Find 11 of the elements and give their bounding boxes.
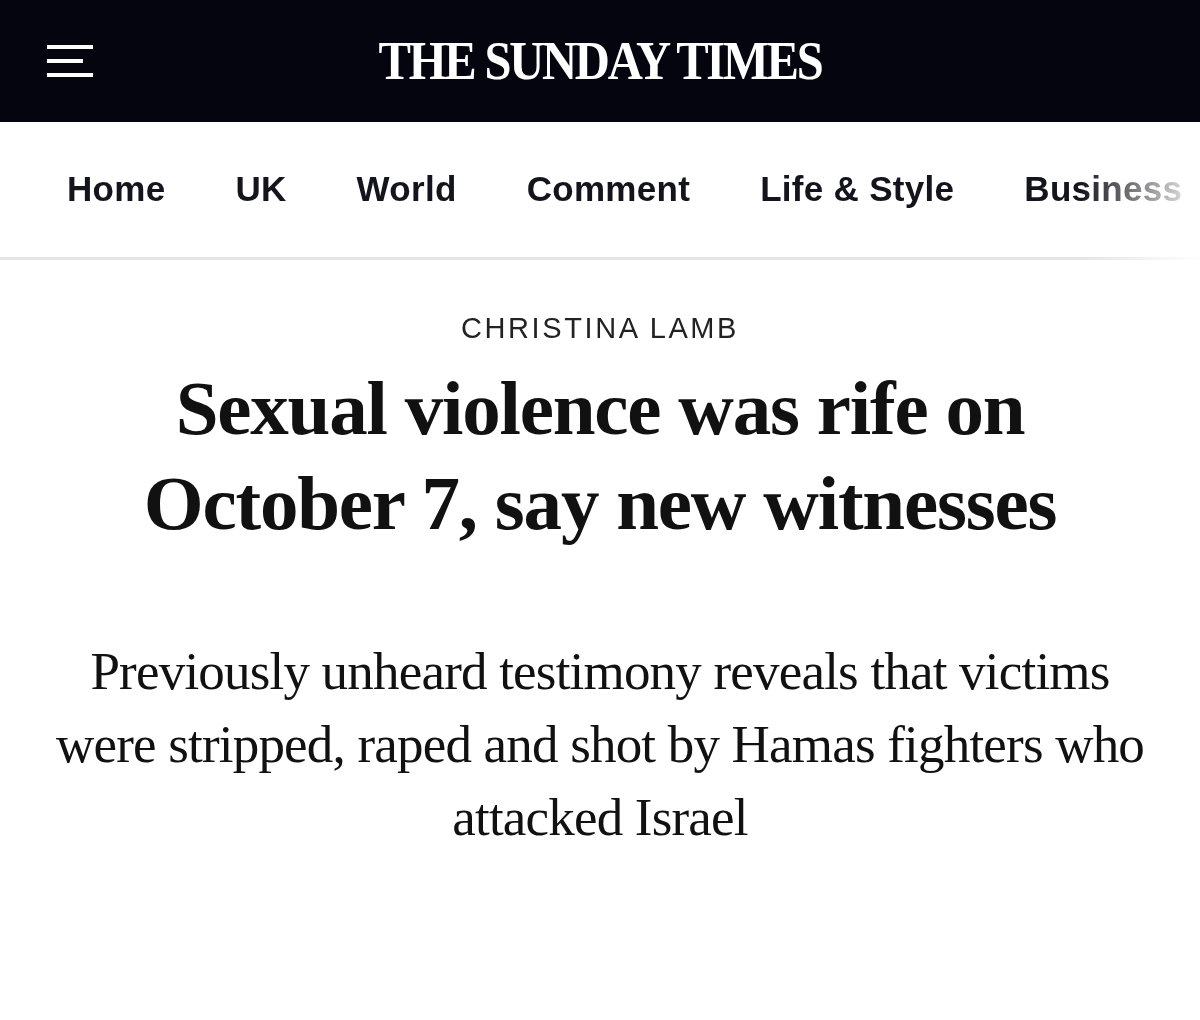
- menu-icon[interactable]: [47, 44, 93, 78]
- article-headline: Sexual violence was rife on October 7, say new witnesses: [142, 364, 1058, 548]
- nav-link[interactable]: Business: [1024, 163, 1183, 216]
- nav-link[interactable]: Home: [67, 163, 166, 216]
- nav-link[interactable]: World: [356, 163, 457, 216]
- author-byline: CHRISTINA LAMB: [459, 311, 741, 345]
- site-logo[interactable]: THE SUNDAY TIMES: [378, 34, 822, 88]
- nav-link[interactable]: Comment: [526, 163, 691, 216]
- nav-link[interactable]: UK: [235, 163, 287, 216]
- article-standfirst: Previously unheard testimony reveals that victims were stripped, raped and shot by Hamas fighters who attacked Israel: [54, 641, 1146, 848]
- nav-link[interactable]: Life & Style: [760, 163, 955, 216]
